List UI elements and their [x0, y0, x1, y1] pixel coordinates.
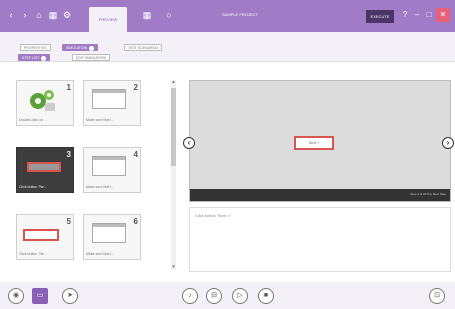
title-bar: ‹ › ⌂ ▦ ⚙ PREVIEW ▦ ○ SAMPLE PROJECT EXE…	[0, 0, 455, 32]
audio-icon[interactable]: ♪	[182, 288, 198, 304]
highlight-box	[27, 162, 61, 172]
scroll-up-icon[interactable]: ▴	[171, 80, 176, 85]
execute-button[interactable]: EXECUTE	[366, 10, 394, 23]
grid-icon[interactable]: ▦	[48, 10, 58, 20]
slide-thumb-6[interactable]: 6 Make sure that t...	[83, 214, 141, 260]
help-icon[interactable]: ○	[164, 10, 174, 20]
slide-thumb-3[interactable]: 3 Click button "Ne...	[16, 147, 74, 193]
chevron-left-icon[interactable]: ‹	[183, 137, 195, 149]
tab-step-list[interactable]: STEP LIST	[18, 54, 51, 61]
grid-icon[interactable]: ▦	[142, 10, 152, 20]
record-step-icon[interactable]: ⊟	[206, 288, 222, 304]
forward-icon[interactable]: ›	[20, 10, 30, 20]
bottom-toolbar: ◉ ▭ ➤ ♪ ⊟ ▷ ■ ⊡	[0, 282, 455, 309]
fullscreen-icon[interactable]: ⊡	[429, 288, 445, 304]
tab-preview[interactable]: PREVIEW	[89, 7, 127, 32]
stop-icon[interactable]: ■	[258, 288, 274, 304]
gear-icon	[30, 90, 55, 111]
tab-properties[interactable]: PROPERTIES	[20, 44, 51, 51]
back-icon[interactable]: ‹	[6, 10, 16, 20]
window-preview	[92, 89, 126, 109]
settings-icon[interactable]: ⚙	[62, 10, 72, 20]
notes-text: Click button "Next >"	[195, 213, 232, 218]
project-title: SAMPLE PROJECT	[221, 12, 258, 17]
close-icon[interactable]: ✕	[436, 8, 450, 22]
scroll-down-icon[interactable]: ▾	[171, 265, 176, 270]
close-icon[interactable]	[41, 55, 47, 61]
slide-thumb-4[interactable]: 4 Make sure that t...	[83, 147, 141, 193]
step-notes[interactable]: Click button "Next >"	[189, 207, 451, 272]
tab-simulation[interactable]: SIMULATION	[62, 44, 99, 51]
scroll-thumb[interactable]	[171, 88, 176, 166]
slide-thumb-1[interactable]: 1 Double-click on ...	[16, 80, 74, 126]
tab-test-scenarios[interactable]: TEST SCENARIOS	[124, 44, 163, 51]
slide-preview: Next > Step 3 of 24 Pro Next Step	[189, 80, 451, 202]
preview-status-bar: Step 3 of 24 Pro Next Step	[190, 189, 450, 201]
maximize-icon[interactable]: □	[422, 8, 436, 22]
tab-edit-simulation[interactable]: EDIT SIMULATION	[72, 54, 111, 61]
slides-icon[interactable]: ▭	[32, 288, 48, 304]
pointer-icon[interactable]: ➤	[62, 288, 78, 304]
window-preview	[92, 223, 126, 243]
home-icon[interactable]: ⌂	[34, 10, 44, 20]
sub-toolbar: PROPERTIES SIMULATION TEST SCENARIOS STE…	[0, 32, 455, 62]
slide-thumb-5[interactable]: 5 Click button "Ne...	[16, 214, 74, 260]
highlight-box	[23, 229, 59, 241]
slide-list-scrollbar[interactable]: ▴ ▾	[171, 80, 176, 270]
record-icon[interactable]: ◉	[8, 288, 24, 304]
chevron-right-icon[interactable]: ›	[442, 137, 454, 149]
close-icon[interactable]	[89, 45, 95, 51]
slide-thumb-2[interactable]: 2 Make sure that t...	[83, 80, 141, 126]
play-icon[interactable]: ▷	[232, 288, 248, 304]
slide-list: 1 Double-click on ... 2 Make sure that t…	[8, 72, 170, 279]
window-preview	[92, 156, 126, 176]
next-button-highlight[interactable]: Next >	[294, 136, 334, 150]
preview-status: Step 3 of 24 Pro Next Step	[410, 192, 446, 196]
